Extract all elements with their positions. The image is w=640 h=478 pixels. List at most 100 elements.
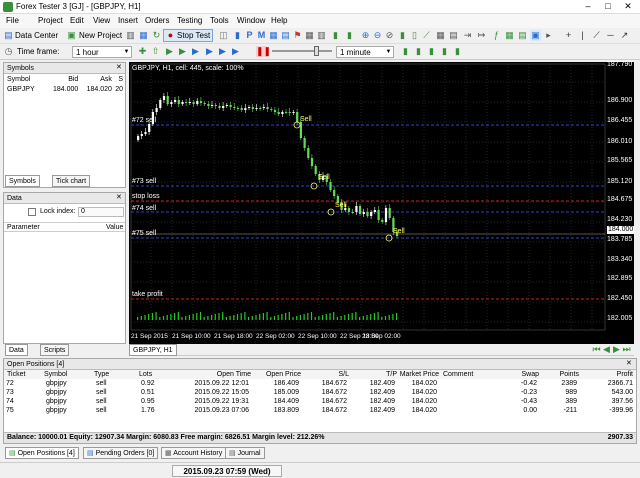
tab-symbols[interactable]: Symbols (5, 175, 40, 187)
p-icon[interactable]: P (244, 30, 255, 41)
ind-4-icon[interactable]: ▮ (439, 46, 450, 57)
vline-icon[interactable]: | (577, 30, 588, 41)
menu-orders[interactable]: Orders (145, 16, 169, 25)
grid-icon[interactable]: ▦ (268, 30, 279, 41)
close-button[interactable]: ✕ (618, 0, 638, 13)
tab-pending-orders[interactable]: ▤ Pending Orders [0] (83, 447, 159, 459)
speed-select[interactable]: 1 minute ▼ (336, 46, 394, 58)
lock-index-input[interactable]: 0 (78, 207, 124, 217)
volume-bar (236, 314, 239, 320)
tab-data[interactable]: Data (5, 344, 28, 356)
ind-5-icon[interactable]: ▮ (452, 46, 463, 57)
menu-insert[interactable]: Insert (118, 16, 138, 25)
bar-chart-icon[interactable]: ▮ (397, 30, 408, 41)
open-icon[interactable]: ▥ (125, 30, 136, 41)
next-tick-icon[interactable]: ▶ (204, 46, 215, 57)
speed-slider[interactable] (272, 50, 332, 52)
position-row[interactable]: 73 gbpjpy sell 0.51 2015.09.22 15:05 185… (4, 388, 636, 397)
zoom-out-icon[interactable]: ⊖ (372, 30, 383, 41)
pointer-icon[interactable]: ▮ (232, 30, 243, 41)
price-chart[interactable]: GBPJPY, H1, cell: 445, scale: 100% #72 s… (129, 61, 635, 344)
bars-icon[interactable]: ▮ (344, 30, 355, 41)
calc-icon[interactable]: ▥ (316, 30, 327, 41)
pause-icon[interactable]: ◫ (218, 30, 229, 41)
candle-body (166, 96, 169, 104)
menu-window[interactable]: Window (237, 16, 265, 25)
next-bar-icon[interactable]: ▶ (190, 46, 201, 57)
autoscroll-icon[interactable]: ↦ (476, 30, 487, 41)
pause-test-icon[interactable]: ❚❚ (256, 46, 271, 57)
shift-icon[interactable]: ⇥ (462, 30, 473, 41)
fast-forward-icon[interactable]: ▶ (177, 46, 188, 57)
properties-icon[interactable]: ▣ (530, 30, 541, 41)
indicator-icon[interactable]: ƒ (491, 30, 502, 41)
sell-mark-label: Sell (318, 174, 330, 181)
chart-icon[interactable]: ▮ (330, 30, 341, 41)
last-page-icon[interactable]: ⏭ (621, 344, 632, 355)
candle-body (218, 106, 221, 108)
cursor-icon[interactable]: ▸ (543, 30, 554, 41)
volume-bar (151, 313, 153, 320)
ind-3-icon[interactable]: ▮ (426, 46, 437, 57)
close-icon[interactable]: ✕ (626, 359, 632, 367)
tab-journal[interactable]: ▤ Journal (225, 447, 265, 459)
menu-file[interactable]: File (6, 16, 19, 25)
date-label: 21 Sep 18:00 (214, 333, 253, 340)
strategy-icon[interactable]: ▤ (517, 30, 528, 41)
tab-account-history[interactable]: ▦ Account History (161, 447, 227, 459)
data-center-button[interactable]: Data Center (15, 30, 58, 42)
points-cell: 389 (565, 398, 577, 405)
goto-icon[interactable]: ▶ (217, 46, 228, 57)
template-icon[interactable]: ▦ (504, 30, 515, 41)
price-label: 186.010 (607, 138, 633, 145)
ind-2-icon[interactable]: ▮ (413, 46, 424, 57)
forward-icon[interactable]: ▶ (164, 46, 175, 57)
step-back-icon[interactable]: ✚ (137, 46, 148, 57)
position-row[interactable]: 72 gbpjpy sell 0.92 2015.09.22 12:01 186… (4, 379, 636, 388)
arrow-icon[interactable]: ↗ (619, 30, 630, 41)
m-icon[interactable]: M (256, 30, 267, 41)
timeframe-select[interactable]: 1 hour ▼ (72, 46, 132, 58)
close-icon[interactable]: ✕ (116, 193, 122, 201)
zoom-in-icon[interactable]: ⊕ (360, 30, 371, 41)
tab-open-positions[interactable]: ▤ Open Positions [4] (5, 447, 79, 459)
candle-body (211, 105, 214, 106)
hline-icon[interactable]: ─ (605, 30, 616, 41)
flag-icon[interactable]: ⚑ (292, 30, 303, 41)
tab-open-positions-label: Open Positions [4] (17, 450, 75, 457)
volume-icon[interactable]: ▤ (448, 30, 459, 41)
speed-slider-thumb[interactable] (314, 46, 319, 56)
candle-body (377, 210, 380, 220)
menu-edit[interactable]: Edit (70, 16, 84, 25)
position-row[interactable]: 75 gbpjpy sell 1.76 2015.09.23 07:06 183… (4, 406, 636, 415)
minimize-button[interactable]: – (578, 0, 598, 13)
menu-help[interactable]: Help (271, 16, 287, 25)
lock-index-checkbox[interactable] (28, 208, 36, 216)
maximize-button[interactable]: □ (598, 0, 618, 13)
refresh-icon[interactable]: ↻ (151, 30, 162, 41)
line-chart-icon[interactable]: ⟋ (421, 30, 432, 41)
tab-gbpjpy-h1[interactable]: GBPJPY, H1 (129, 344, 177, 356)
ind-1-icon[interactable]: ▮ (400, 46, 411, 57)
new-project-button[interactable]: New Project (79, 30, 122, 42)
menu-tools[interactable]: Tools (210, 16, 229, 25)
candle-chart-icon[interactable]: ▯ (409, 30, 420, 41)
menu-project[interactable]: Project (38, 16, 63, 25)
symbol-row[interactable]: GBPJPY 184.000 184.020 20 (4, 84, 125, 94)
menu-view[interactable]: View (93, 16, 110, 25)
menu-testing[interactable]: Testing (177, 16, 202, 25)
crosshair-icon[interactable]: + (563, 30, 574, 41)
stop-test-button[interactable]: ● Stop Test (163, 29, 213, 42)
zoom-area-icon[interactable]: ⊘ (384, 30, 395, 41)
close-icon[interactable]: ✕ (116, 63, 122, 71)
step-icon[interactable]: ⇧ (150, 46, 161, 57)
tab-scripts[interactable]: Scripts (40, 344, 70, 356)
table-icon[interactable]: ▦ (304, 30, 315, 41)
grid-toggle-icon[interactable]: ▦ (435, 30, 446, 41)
tab-tick-chart[interactable]: Tick chart (52, 175, 91, 187)
trendline-icon[interactable]: ⟋ (591, 30, 602, 41)
end-icon[interactable]: ▶ (230, 46, 241, 57)
save-icon[interactable]: ▦ (138, 30, 149, 41)
layout-icon[interactable]: ▤ (280, 30, 291, 41)
position-row[interactable]: 74 gbpjpy sell 0.95 2015.09.22 19:31 184… (4, 397, 636, 406)
